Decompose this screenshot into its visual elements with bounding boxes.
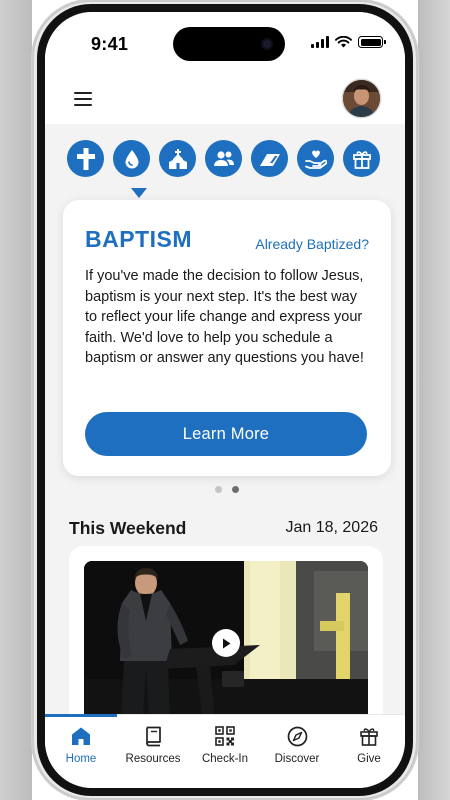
tab-check-in[interactable]: Check-In: [189, 719, 261, 767]
tab-label-give: Give: [357, 753, 381, 765]
app-header: [45, 74, 405, 124]
hamburger-menu-icon[interactable]: [74, 92, 92, 106]
already-baptized-link[interactable]: Already Baptized?: [255, 236, 369, 252]
hand-heart-icon[interactable]: [297, 140, 334, 177]
phone-frame: 9:41 BAPTISM Already Baptized? If you've…: [32, 0, 418, 800]
gift-icon[interactable]: [343, 140, 380, 177]
app-screen: 9:41 BAPTISM Already Baptized? If you've…: [45, 12, 405, 788]
background-right: [418, 0, 450, 800]
tab-label-home: Home: [65, 753, 97, 765]
carousel-dot-2[interactable]: [232, 486, 239, 493]
qr-code-icon: [215, 723, 235, 749]
tab-label-check-in: Check-In: [201, 753, 249, 765]
dynamic-island: [173, 27, 285, 61]
carousel-dot-1[interactable]: [215, 486, 222, 493]
quick-actions-row: [67, 140, 387, 180]
phone-bezel: 9:41 BAPTISM Already Baptized? If you've…: [37, 4, 413, 796]
people-icon[interactable]: [205, 140, 242, 177]
camera-icon: [261, 38, 273, 50]
status-bar: 9:41: [45, 12, 405, 74]
cross-icon[interactable]: [67, 140, 104, 177]
compass-icon: [287, 723, 308, 749]
carousel-dots: [215, 486, 239, 493]
active-tab-indicator: [45, 714, 117, 717]
baptism-card: BAPTISM Already Baptized? If you've made…: [63, 200, 391, 476]
gift-icon: [359, 723, 379, 749]
status-time: 9:41: [91, 34, 129, 54]
tab-resources[interactable]: Resources: [117, 719, 189, 767]
tab-home[interactable]: Home: [45, 719, 117, 767]
this-weekend-heading: This Weekend: [69, 518, 187, 538]
home-icon: [71, 723, 91, 749]
background-left: [0, 0, 32, 800]
weekend-date: Jan 18, 2026: [285, 519, 378, 536]
tab-label-discover: Discover: [274, 753, 320, 765]
status-icons: [311, 36, 386, 48]
tab-give[interactable]: Give: [333, 719, 405, 767]
sermon-video-thumbnail[interactable]: [84, 561, 368, 731]
book-icon: [144, 723, 162, 749]
learn-more-button[interactable]: Learn More: [85, 412, 367, 456]
tab-label-resources: Resources: [125, 753, 181, 765]
user-avatar[interactable]: [343, 80, 380, 117]
tab-discover[interactable]: Discover: [261, 719, 333, 767]
wifi-icon: [335, 36, 352, 48]
church-icon[interactable]: [159, 140, 196, 177]
selected-indicator: [131, 188, 147, 198]
bottom-tab-bar: Home Resources Check-In Discover Give: [45, 714, 405, 788]
signal-icon: [311, 36, 329, 48]
card-title: BAPTISM: [85, 226, 192, 252]
battery-icon: [358, 36, 386, 48]
play-icon[interactable]: [212, 629, 240, 657]
water-drop-icon[interactable]: [113, 140, 150, 177]
ramp-icon[interactable]: [251, 140, 288, 177]
card-description: If you've made the decision to follow Je…: [85, 268, 364, 367]
